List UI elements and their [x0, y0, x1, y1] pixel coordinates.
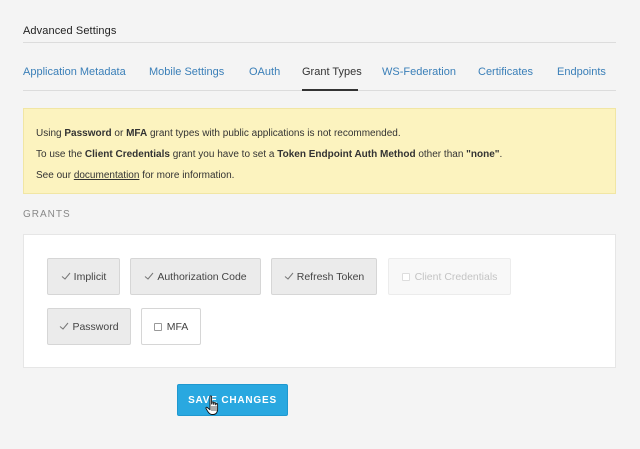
hand-pointer-icon — [205, 395, 219, 415]
save-changes-button[interactable]: SAVE CHANGES — [177, 384, 288, 416]
tab-endpoints[interactable]: Endpoints — [557, 66, 606, 78]
documentation-link[interactable]: documentation — [74, 170, 140, 181]
active-tab-indicator — [302, 89, 358, 91]
grant-mfa[interactable]: MFA — [141, 308, 201, 345]
warning-alert: Using Password or MFA grant types with p… — [23, 108, 616, 194]
grants-container: Implicit Authorization Code Refresh Toke… — [23, 234, 616, 368]
tab-ws-federation[interactable]: WS-Federation — [382, 66, 456, 78]
grants-label: GRANTS — [23, 209, 71, 220]
tab-oauth[interactable]: OAuth — [249, 66, 280, 78]
section-title: Advanced Settings — [23, 25, 117, 37]
check-icon — [145, 272, 154, 280]
grant-client-credentials: Client Credentials — [388, 258, 511, 295]
grant-refresh-token[interactable]: Refresh Token — [271, 258, 377, 295]
alert-line: See our documentation for more informati… — [36, 170, 235, 181]
tab-bar: Application Metadata Mobile Settings OAu… — [23, 59, 616, 91]
alert-line: To use the Client Credentials grant you … — [36, 149, 503, 160]
checkbox-icon — [153, 322, 162, 331]
grant-authorization-code[interactable]: Authorization Code — [130, 258, 261, 295]
check-icon — [60, 322, 69, 330]
alert-line: Using Password or MFA grant types with p… — [36, 128, 401, 139]
tab-grant-types[interactable]: Grant Types — [302, 66, 362, 78]
grant-implicit[interactable]: Implicit — [47, 258, 120, 295]
divider — [23, 42, 616, 43]
grant-password[interactable]: Password — [47, 308, 131, 345]
checkbox-icon — [401, 272, 410, 281]
check-icon — [284, 272, 294, 280]
tab-application-metadata[interactable]: Application Metadata — [23, 66, 126, 78]
tab-certificates[interactable]: Certificates — [478, 66, 533, 78]
check-icon — [61, 272, 71, 280]
advanced-settings-panel: Advanced Settings Application Metadata M… — [0, 0, 640, 449]
tab-mobile-settings[interactable]: Mobile Settings — [149, 66, 224, 78]
